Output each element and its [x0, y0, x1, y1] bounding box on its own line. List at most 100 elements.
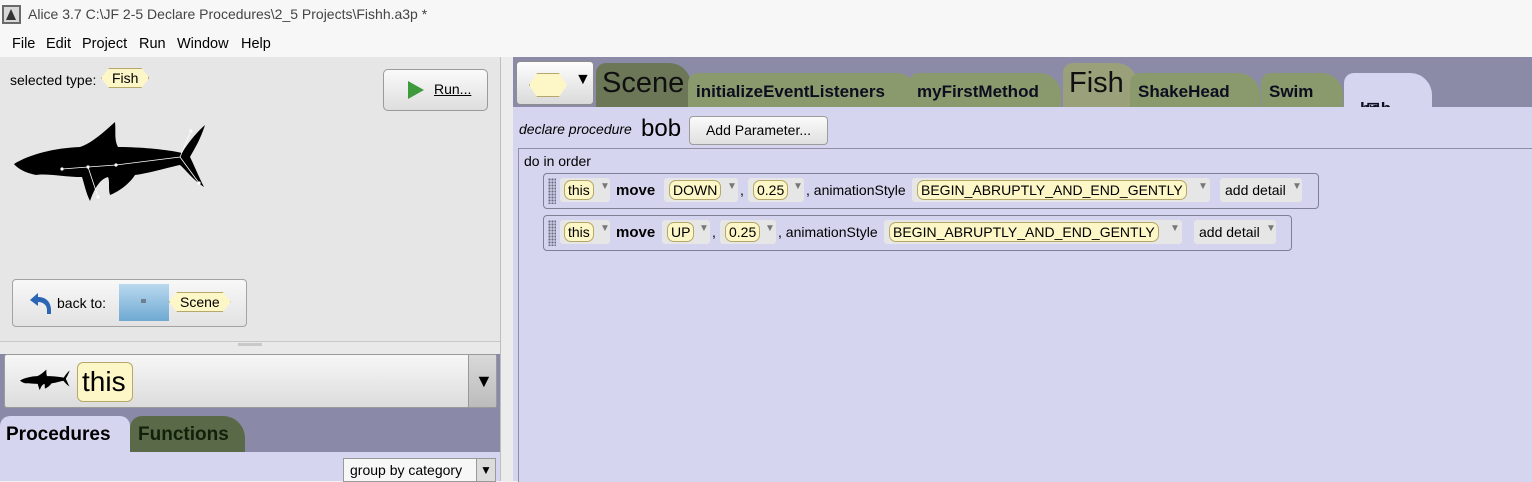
shark-icon	[14, 122, 205, 201]
type-hex-icon	[529, 73, 567, 97]
dropdown-icon: ▼	[765, 223, 775, 234]
dropdown-icon: ▼	[475, 371, 493, 391]
animation-style-label: , animationStyle	[806, 182, 906, 198]
menu-bar: File Edit Project Run Window Help	[0, 30, 1532, 57]
add-detail-label: add detail	[1199, 224, 1260, 240]
back-button[interactable]: back to: Scene	[12, 279, 247, 327]
dropdown-icon: ▼	[476, 459, 495, 481]
back-target-tag: Scene	[169, 292, 231, 312]
window-title: Alice 3.7 C:\JF 2-5 Declare Procedures\2…	[28, 6, 428, 22]
tab-functions[interactable]: Functions	[130, 416, 245, 452]
separator-comma: ,	[740, 182, 744, 198]
shark-icon	[20, 369, 70, 391]
target-this: this	[564, 222, 594, 242]
tab-scene[interactable]: Scene	[596, 63, 691, 107]
tab-label: Swim	[1269, 82, 1314, 101]
tab-fish[interactable]: Fish	[1063, 63, 1138, 107]
animation-style-label: , animationStyle	[778, 224, 878, 240]
do-in-order-label: do in order	[524, 153, 591, 169]
vertical-splitter[interactable]	[500, 57, 514, 481]
target-tile[interactable]: this ▼	[560, 220, 610, 244]
instance-this: this	[77, 362, 133, 402]
statement-move-down[interactable]: this ▼ move DOWN ▼ , 0.25 ▼ , animationS…	[543, 173, 1319, 209]
menu-window[interactable]: Window	[177, 36, 229, 52]
statement-move-up[interactable]: this ▼ move UP ▼ , 0.25 ▼ , animationSty…	[543, 215, 1292, 251]
tab-fish-label: Fish	[1069, 67, 1124, 99]
method-move: move	[616, 224, 656, 241]
tab-label: myFirstMethod	[917, 82, 1039, 101]
group-by-label: group by category	[350, 462, 463, 478]
separator-comma: ,	[712, 224, 716, 240]
tab-label: ShakeHead	[1138, 82, 1230, 101]
procedures-panel: group by category ▼	[0, 452, 500, 482]
dropdown-icon: ▼	[1198, 181, 1208, 192]
tab-scene-label: Scene	[602, 67, 685, 99]
selected-type-tag[interactable]: Fish	[101, 68, 149, 88]
splitter-grip	[238, 343, 262, 346]
amount-tile[interactable]: 0.25 ▼	[748, 178, 804, 202]
dropdown-icon: ▼	[600, 223, 610, 234]
dropdown-icon: ▼	[1266, 223, 1276, 234]
animation-style-tile[interactable]: BEGIN_ABRUPTLY_AND_END_GENTLY ▼	[912, 178, 1210, 202]
animation-style-value: BEGIN_ABRUPTLY_AND_END_GENTLY	[889, 222, 1159, 242]
app-icon	[2, 5, 21, 24]
group-by-select[interactable]: group by category ▼	[343, 458, 496, 482]
run-label: Run...	[434, 81, 472, 97]
run-button[interactable]: Run...	[383, 69, 488, 111]
tab-my-first-method[interactable]: myFirstMethod	[909, 73, 1061, 107]
dropdown-icon: ▼	[575, 71, 591, 88]
menu-project[interactable]: Project	[82, 36, 127, 52]
direction-tile[interactable]: DOWN ▼	[664, 178, 738, 202]
add-parameter-button[interactable]: Add Parameter...	[689, 116, 828, 145]
declare-procedure-label: declare procedure	[519, 121, 632, 137]
drag-grip[interactable]	[548, 220, 556, 246]
animation-style-value: BEGIN_ABRUPTLY_AND_END_GENTLY	[917, 180, 1187, 200]
code-editor: ▼ Scene initializeEventListeners myFirst…	[513, 57, 1532, 482]
amount-tile[interactable]: 0.25 ▼	[720, 220, 776, 244]
tab-shake-head[interactable]: ShakeHead	[1130, 73, 1260, 107]
horizontal-splitter[interactable]	[0, 341, 500, 355]
tab-procedures[interactable]: Procedures	[0, 416, 130, 452]
run-icon	[408, 81, 424, 99]
dropdown-icon: ▼	[600, 181, 610, 192]
tab-procedures-label: Procedures	[6, 424, 111, 445]
tab-swim[interactable]: Swim	[1261, 73, 1343, 107]
scene-thumbnail	[119, 284, 169, 321]
dropdown-icon: ▼	[1292, 181, 1302, 192]
target-tile[interactable]: this ▼	[560, 178, 610, 202]
dropdown-icon: ▼	[793, 181, 803, 192]
tab-functions-label: Functions	[138, 424, 229, 445]
direction-value: DOWN	[669, 180, 722, 200]
direction-tile[interactable]: UP ▼	[662, 220, 710, 244]
tab-bob[interactable]: bob⊠	[1344, 73, 1432, 118]
tab-initialize-event-listeners[interactable]: initializeEventListeners	[688, 73, 918, 107]
menu-run[interactable]: Run	[139, 36, 166, 52]
scene-preview-panel: selected type: Fish Run... back to: Scen…	[0, 57, 501, 341]
menu-help[interactable]: Help	[241, 36, 271, 52]
direction-value: UP	[667, 222, 695, 242]
instance-selector[interactable]: this ▼	[4, 354, 497, 408]
procedure-body: declare procedure bob Add Parameter... d…	[513, 107, 1532, 482]
dropdown-icon: ▼	[727, 181, 737, 192]
dropdown-icon: ▼	[699, 223, 709, 234]
procedure-name: bob	[641, 115, 682, 142]
menu-edit[interactable]: Edit	[46, 36, 71, 52]
add-detail-tile[interactable]: add detail ▼	[1194, 220, 1276, 244]
add-detail-label: add detail	[1225, 182, 1286, 198]
back-label: back to:	[57, 295, 107, 311]
type-selector-button[interactable]: ▼	[516, 61, 594, 105]
dropdown-icon: ▼	[1170, 223, 1180, 234]
add-detail-tile[interactable]: add detail ▼	[1220, 178, 1302, 202]
animation-style-tile[interactable]: BEGIN_ABRUPTLY_AND_END_GENTLY ▼	[884, 220, 1182, 244]
drag-grip[interactable]	[548, 178, 556, 204]
menu-file[interactable]: File	[12, 36, 35, 52]
amount-value: 0.25	[753, 180, 789, 200]
amount-value: 0.25	[725, 222, 761, 242]
instance-dropdown[interactable]: ▼	[468, 355, 496, 407]
target-this: this	[564, 180, 594, 200]
method-move: move	[616, 182, 656, 199]
back-arrow-icon	[30, 293, 51, 314]
title-bar: Alice 3.7 C:\JF 2-5 Declare Procedures\2…	[0, 0, 1532, 30]
tab-label: initializeEventListeners	[696, 82, 885, 101]
do-in-order-block: do in order this ▼ move DOWN ▼ , 0.25 ▼	[518, 148, 1532, 482]
